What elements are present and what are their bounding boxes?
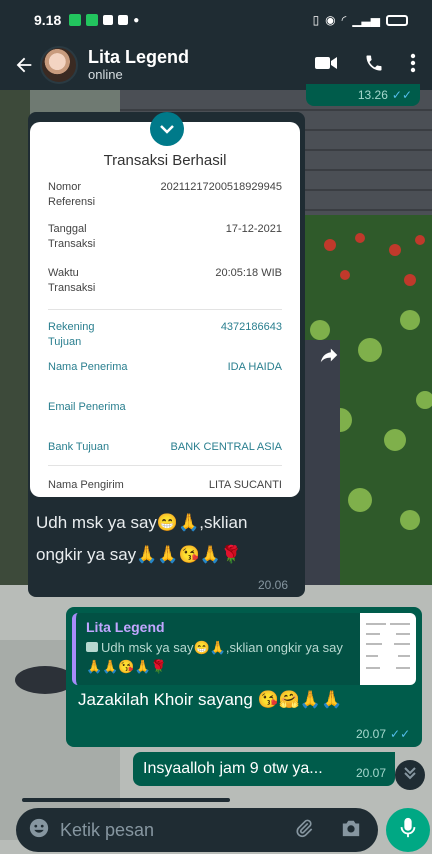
chevron-down-icon: [150, 112, 184, 146]
chat-header: Lita Legend online: [0, 40, 432, 90]
camera-icon[interactable]: [340, 818, 362, 843]
emoji-icon[interactable]: [28, 817, 50, 844]
more-options-icon[interactable]: [410, 53, 416, 78]
status-bar: 9.18 ● ▯ ◉ ◜ ▁▃▅: [0, 0, 432, 40]
facebook-notification-icon: [118, 15, 129, 25]
receipt-row: Bank Tujuan BANK CENTRAL ASIA: [48, 441, 282, 453]
message-caption-line1: Udh msk ya say😁🙏,sklian: [36, 513, 248, 532]
quoted-author: Lita Legend: [86, 619, 165, 635]
status-time: 9.18: [34, 12, 62, 28]
location-icon: ◉: [325, 13, 336, 27]
receipt-row: Nama Pengirim LITA SUCANTI: [48, 479, 282, 491]
attachment-icon[interactable]: [294, 818, 314, 843]
double-chevron-down-icon: [403, 766, 417, 785]
image-icon: [86, 642, 98, 652]
message-composer: [16, 808, 378, 852]
app-notification-icon: [69, 14, 82, 26]
message-time: 20.07: [356, 766, 387, 780]
transfer-receipt-image[interactable]: Transaksi Berhasil Nomor Referensi 20211…: [30, 122, 300, 497]
contact-info[interactable]: Lita Legend online: [88, 47, 189, 83]
receipt-row: Nomor Referensi 20211217200518929945: [48, 181, 282, 208]
receipt-divider: [48, 465, 282, 466]
message-text: Insyaalloh jam 9 otw ya...: [143, 760, 323, 777]
quoted-text: Udh msk ya say😁🙏,sklian ongkir ya say🙏🙏😘…: [86, 640, 343, 674]
read-ticks-icon: ✓✓: [390, 727, 411, 741]
more-notifications-icon: ●: [133, 14, 140, 26]
outgoing-message[interactable]: 13.26 ✓✓: [306, 84, 420, 106]
receipt-title: Transaksi Berhasil: [103, 152, 227, 169]
back-arrow-icon[interactable]: [10, 51, 38, 79]
vibrate-icon: ▯: [312, 13, 320, 27]
microphone-icon: [399, 817, 417, 844]
voice-call-icon[interactable]: [364, 53, 384, 78]
quoted-image-thumbnail: [360, 613, 416, 685]
receipt-row: Tanggal Transaksi 17-12-2021: [48, 223, 282, 250]
battery-icon: [386, 14, 408, 26]
receipt-row: Email Penerima: [48, 401, 126, 413]
video-call-icon[interactable]: [314, 54, 338, 77]
horizontal-scrollbar[interactable]: [22, 798, 230, 802]
reply-text: Jazakilah Khoir sayang 😘🤗🙏🙏: [78, 690, 343, 709]
message-input[interactable]: [60, 815, 294, 845]
receipt-row: Waktu Transaksi 20:05:18 WIB: [48, 267, 282, 294]
message-caption-line2: ongkir ya say🙏🙏😘🙏🌹: [36, 545, 242, 564]
message-time: 20.07 ✓✓: [356, 727, 411, 741]
signal-icon: ▁▃▅: [352, 13, 380, 27]
system-icons: ▯ ◉ ◜ ▁▃▅: [313, 13, 408, 27]
contact-name[interactable]: Lita Legend: [88, 47, 189, 67]
quoted-message[interactable]: Lita Legend Udh msk ya say😁🙏,sklian ongk…: [72, 613, 416, 685]
receipt-divider: [48, 309, 282, 310]
contact-status: online: [88, 67, 123, 82]
settings-notification-icon: [103, 15, 114, 25]
message-time: 20.06: [258, 578, 289, 592]
chat-notification-icon: [86, 14, 99, 26]
voice-message-button[interactable]: [386, 808, 430, 852]
message-time: 13.26: [357, 88, 388, 102]
receipt-row: Rekening Tujuan 4372186643: [48, 321, 282, 348]
read-ticks-icon: ✓✓: [391, 88, 412, 102]
contact-avatar[interactable]: [40, 46, 78, 84]
receipt-row: Nama Penerima IDA HAIDA: [48, 361, 282, 373]
forward-icon[interactable]: [318, 344, 340, 366]
wifi-icon: ◜: [341, 13, 347, 27]
scroll-to-bottom-button[interactable]: [395, 760, 425, 790]
